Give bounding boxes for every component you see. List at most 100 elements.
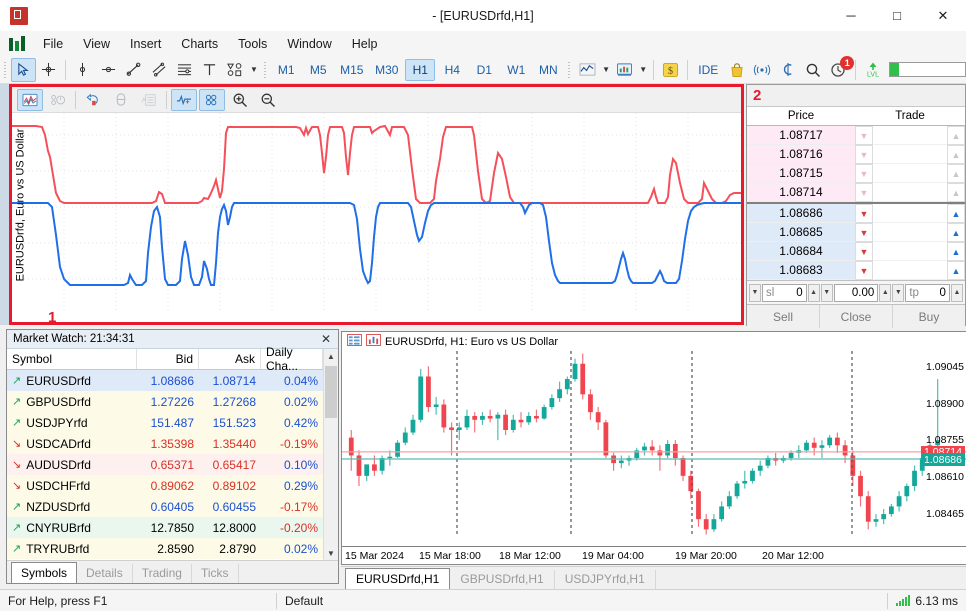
close-button[interactable]: ✕ xyxy=(920,0,966,31)
tp-field[interactable]: tp 0 xyxy=(905,283,950,302)
column-header-ask[interactable]: Ask xyxy=(199,349,261,369)
dom-bid-row[interactable]: 1.08683 ▼ ▲ xyxy=(747,261,965,280)
column-header-bid[interactable]: Bid xyxy=(137,349,199,369)
table-row[interactable]: ↗ NZDUSDrfd 0.60405 0.60455 -0.17% xyxy=(7,496,338,517)
tick-chart-plot[interactable] xyxy=(12,113,741,322)
dom-sell-arrow-down-icon[interactable]: ▼ xyxy=(855,242,873,261)
dom-trade-cell[interactable] xyxy=(873,145,947,164)
dom-trade-cell[interactable] xyxy=(873,126,947,145)
volume-increment-button[interactable]: ▲ xyxy=(879,283,892,302)
chart-tab-usdjpy[interactable]: USDJPYrfd,H1 xyxy=(555,570,656,589)
dom-trade-cell[interactable] xyxy=(873,223,947,242)
price-chart-plot[interactable]: 1.09045 1.08900 1.08755 1.08610 1.08465 … xyxy=(342,351,966,545)
bar-chart-icon[interactable] xyxy=(612,58,637,82)
dom-sell-arrow-down-icon[interactable]: ▼ xyxy=(855,126,873,145)
column-header-daily-change[interactable]: Daily Cha... xyxy=(261,345,323,373)
text-label-icon[interactable] xyxy=(197,58,222,82)
tp-increment-button[interactable]: ▲ xyxy=(950,283,963,302)
fibonacci-icon[interactable] xyxy=(172,58,197,82)
search-icon[interactable] xyxy=(800,58,825,82)
toolbar-grip[interactable] xyxy=(3,59,8,80)
dom-buy-arrow-up-icon[interactable]: ▲ xyxy=(947,261,965,280)
tab-ticks[interactable]: Ticks xyxy=(192,564,239,583)
tick-chart-icon[interactable] xyxy=(17,88,43,111)
table-row[interactable]: ↘ AUDUSDrfd 0.65371 0.65417 0.10% xyxy=(7,454,338,475)
dom-buy-arrow-up-icon[interactable]: ▲ xyxy=(947,164,965,183)
tab-trading[interactable]: Trading xyxy=(133,564,192,583)
menu-item-window[interactable]: Window xyxy=(277,34,341,54)
market-bag-icon[interactable] xyxy=(724,58,749,82)
timeframe-m1[interactable]: M1 xyxy=(271,59,301,81)
undo-icon[interactable] xyxy=(80,89,106,111)
menu-item-view[interactable]: View xyxy=(73,34,120,54)
vps-icon[interactable] xyxy=(775,58,800,82)
column-icon[interactable] xyxy=(108,89,134,111)
table-row[interactable]: ↗ TRYRUBrfd 2.8590 2.8790 0.02% xyxy=(7,538,338,559)
table-row[interactable]: ↘ USDCADrfd 1.35398 1.35440 -0.19% xyxy=(7,433,338,454)
zoom-out-icon[interactable] xyxy=(255,89,281,111)
dom-buy-arrow-up-icon[interactable]: ▲ xyxy=(947,223,965,242)
scrollbar-thumb[interactable] xyxy=(325,366,337,418)
dom-sell-arrow-down-icon[interactable]: ▼ xyxy=(855,183,873,202)
lvl-icon[interactable]: LVL xyxy=(860,58,885,82)
dom-buy-arrow-up-icon[interactable]: ▲ xyxy=(947,145,965,164)
tab-symbols[interactable]: Symbols xyxy=(11,562,78,583)
toolbar-grip-timeframes[interactable] xyxy=(262,59,268,80)
zoom-in-icon[interactable] xyxy=(227,89,253,111)
table-row[interactable]: ↗ EURUSDrfd 1.08686 1.08714 0.04% xyxy=(7,370,338,391)
close-icon[interactable]: ✕ xyxy=(318,332,334,346)
table-row[interactable]: ↘ USDCHFrfd 0.89062 0.89102 0.29% xyxy=(7,475,338,496)
dom-sell-arrow-down-icon[interactable]: ▼ xyxy=(855,204,873,223)
toolbar-grip-charttype[interactable] xyxy=(567,59,572,80)
dom-trade-cell[interactable] xyxy=(873,183,947,202)
column-header-symbol[interactable]: Symbol xyxy=(7,349,137,369)
scroll-up-arrow-icon[interactable]: ▲ xyxy=(324,349,338,364)
sl-decrement-button[interactable]: ▼ xyxy=(749,283,762,302)
depth-icon[interactable] xyxy=(199,88,225,111)
sl-increment-button[interactable]: ▲ xyxy=(807,283,820,302)
tp-decrement-button[interactable]: ▼ xyxy=(892,283,905,302)
dom-buy-arrow-up-icon[interactable]: ▲ xyxy=(947,204,965,223)
dom-buy-arrow-up-icon[interactable]: ▲ xyxy=(947,183,965,202)
dom-trade-cell[interactable] xyxy=(873,204,947,223)
dom-buy-arrow-up-icon[interactable]: ▲ xyxy=(947,242,965,261)
dom-bid-row[interactable]: 1.08686 ▼ ▲ xyxy=(747,204,965,223)
ide-button[interactable]: IDE xyxy=(692,59,724,81)
dom-trade-cell[interactable] xyxy=(873,164,947,183)
table-row[interactable]: ↗ CNYRUBrfd 12.7850 12.8000 -0.20% xyxy=(7,517,338,538)
cursor-arrow-icon[interactable] xyxy=(10,57,36,82)
alerts-bell-icon[interactable]: 1 xyxy=(826,55,855,82)
line-chart-icon[interactable] xyxy=(575,58,600,82)
timeframe-h4[interactable]: H4 xyxy=(437,59,467,81)
dom-ask-row[interactable]: 1.08716 ▼ ▲ xyxy=(747,145,965,164)
bar-chart-dropdown-chevron-down-icon[interactable]: ▼ xyxy=(637,58,649,82)
menu-item-tools[interactable]: Tools xyxy=(228,34,277,54)
history-icon[interactable] xyxy=(45,89,71,111)
dom-ask-row[interactable]: 1.08717 ▼ ▲ xyxy=(747,126,965,145)
timeframe-m30[interactable]: M30 xyxy=(370,59,403,81)
maximize-button[interactable]: □ xyxy=(874,0,920,31)
timeframe-w1[interactable]: W1 xyxy=(501,59,531,81)
scroll-down-arrow-icon[interactable]: ▼ xyxy=(324,546,338,561)
dom-ask-row[interactable]: 1.08715 ▼ ▲ xyxy=(747,164,965,183)
dollar-icon[interactable]: $ xyxy=(658,58,683,82)
dom-bid-row[interactable]: 1.08684 ▼ ▲ xyxy=(747,242,965,261)
chart-type-dropdown-chevron-down-icon[interactable]: ▼ xyxy=(600,58,612,82)
timeframe-mn[interactable]: MN xyxy=(533,59,563,81)
signals-icon[interactable] xyxy=(750,58,775,82)
shapes-dropdown-chevron-down-icon[interactable]: ▼ xyxy=(248,58,260,82)
chart-tab-eurusd[interactable]: EURUSDrfd,H1 xyxy=(345,568,451,589)
grid-icon[interactable] xyxy=(136,89,162,111)
dom-sell-arrow-down-icon[interactable]: ▼ xyxy=(855,145,873,164)
minimize-button[interactable]: ─ xyxy=(828,0,874,31)
volume-decrement-button[interactable]: ▼ xyxy=(820,283,833,302)
close-position-button[interactable]: Close xyxy=(820,305,893,328)
market-watch-scrollbar[interactable]: ▲ ▼ xyxy=(323,349,338,561)
sl-field[interactable]: sl 0 xyxy=(762,283,807,302)
shapes-icon[interactable] xyxy=(223,58,248,82)
chart-icon[interactable] xyxy=(366,334,381,349)
table-row[interactable]: ↗ USDJPYrfd 151.487 151.523 0.42% xyxy=(7,412,338,433)
dom-sell-arrow-down-icon[interactable]: ▼ xyxy=(855,164,873,183)
dom-ask-row[interactable]: 1.08714 ▼ ▲ xyxy=(747,183,965,202)
timeframe-h1[interactable]: H1 xyxy=(405,58,436,81)
